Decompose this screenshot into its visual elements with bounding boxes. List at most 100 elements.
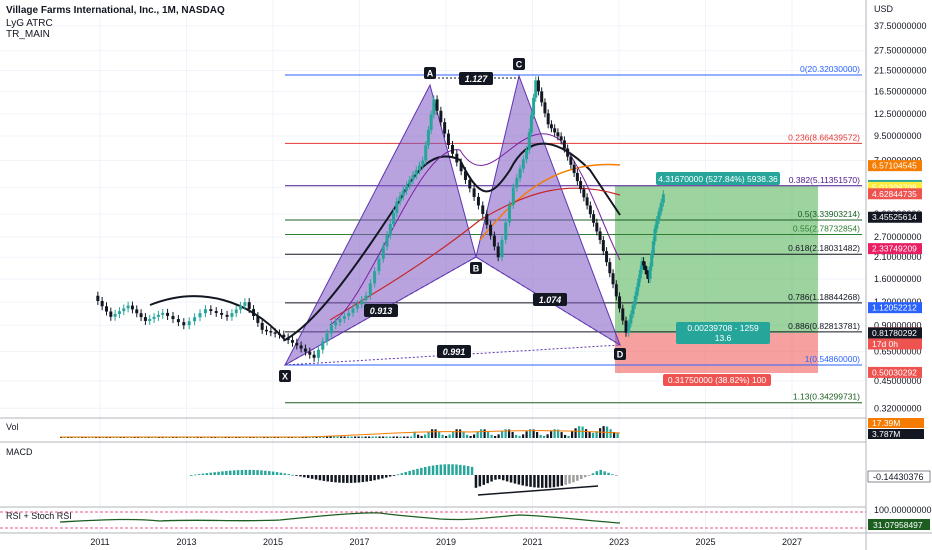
candle-body[interactable] — [260, 322, 264, 330]
candle-body[interactable] — [508, 204, 512, 223]
candle-body[interactable] — [329, 325, 333, 334]
candle-body[interactable] — [492, 235, 496, 247]
candle-body[interactable] — [122, 308, 126, 312]
candle-body[interactable] — [230, 313, 234, 317]
candle-body[interactable] — [429, 114, 433, 130]
candle-body[interactable] — [435, 99, 439, 111]
candle-body[interactable] — [303, 348, 307, 352]
candle-body[interactable] — [481, 205, 485, 214]
candle-body[interactable] — [113, 313, 117, 317]
candle-body[interactable] — [521, 159, 525, 169]
candle-body[interactable] — [485, 213, 489, 225]
candle-body[interactable] — [225, 314, 229, 317]
candle-body[interactable] — [601, 240, 605, 252]
candle-body[interactable] — [635, 287, 639, 296]
candle-body[interactable] — [408, 179, 412, 186]
candle-body[interactable] — [496, 246, 500, 258]
chart-canvas[interactable]: 0(20.32030000) 0.236(8.66439572) 0.382(5.1… — [0, 0, 932, 550]
candle-body[interactable] — [543, 102, 547, 114]
candle-body[interactable] — [566, 148, 570, 157]
candle-body[interactable] — [405, 185, 409, 191]
candle-body[interactable] — [381, 246, 385, 259]
candle-body[interactable] — [588, 205, 592, 215]
candle-body[interactable] — [273, 332, 277, 334]
candle-body[interactable] — [256, 316, 260, 323]
candle-body[interactable] — [295, 342, 299, 346]
candle-body[interactable] — [135, 309, 139, 314]
candle-body[interactable] — [395, 201, 399, 213]
candle-body[interactable] — [316, 349, 320, 358]
candle-body[interactable] — [156, 314, 160, 317]
candle-body[interactable] — [638, 269, 642, 279]
candle-body[interactable] — [247, 302, 251, 310]
candle-body[interactable] — [637, 278, 641, 288]
candle-body[interactable] — [176, 319, 180, 323]
candle-body[interactable] — [468, 179, 472, 189]
candle-body[interactable] — [385, 235, 389, 247]
candle-body[interactable] — [657, 211, 661, 221]
candle-body[interactable] — [424, 145, 428, 161]
candle-body[interactable] — [139, 313, 143, 318]
candle-body[interactable] — [220, 312, 224, 315]
candle-body[interactable] — [569, 156, 573, 165]
candle-body[interactable] — [252, 309, 256, 317]
candle-body[interactable] — [282, 334, 286, 338]
candle-body[interactable] — [130, 305, 134, 310]
candle-body[interactable] — [401, 190, 405, 197]
candle-body[interactable] — [243, 302, 247, 306]
candle-body[interactable] — [621, 308, 625, 321]
candle-body[interactable] — [562, 140, 566, 149]
candle-body[interactable] — [377, 258, 381, 272]
candle-body[interactable] — [347, 312, 351, 316]
candle-body[interactable] — [575, 172, 579, 182]
candle-body[interactable] — [234, 309, 238, 314]
candle-body[interactable] — [648, 266, 652, 280]
candle-body[interactable] — [418, 165, 422, 171]
candle-body[interactable] — [439, 110, 443, 123]
candle-body[interactable] — [193, 317, 197, 322]
candle-body[interactable] — [364, 295, 368, 301]
candle-body[interactable] — [126, 305, 130, 309]
candle-body[interactable] — [532, 97, 536, 116]
candle-body[interactable] — [472, 188, 476, 197]
candle-body[interactable] — [651, 241, 655, 254]
candle-body[interactable] — [504, 222, 508, 240]
candle-body[interactable] — [463, 171, 467, 180]
candle-body[interactable] — [595, 222, 599, 232]
candle-body[interactable] — [426, 129, 430, 146]
candle-body[interactable] — [553, 128, 557, 133]
candle-body[interactable] — [239, 305, 243, 310]
candle-body[interactable] — [312, 354, 316, 358]
candle-body[interactable] — [489, 224, 493, 236]
candle-body[interactable] — [388, 224, 392, 236]
candle-body[interactable] — [579, 181, 583, 190]
candle-body[interactable] — [351, 308, 355, 313]
candle-body[interactable] — [321, 341, 325, 350]
candle-body[interactable] — [529, 115, 533, 133]
candle-body[interactable] — [659, 202, 663, 212]
candle-body[interactable] — [373, 271, 377, 284]
candle-body[interactable] — [518, 168, 522, 179]
candle-body[interactable] — [633, 295, 637, 305]
time-scale[interactable]: 2011 2013 2015 2017 2019 2021 2023 2025 2027 — [90, 537, 802, 547]
candle-body[interactable] — [608, 262, 612, 274]
candle-body[interactable] — [515, 178, 519, 188]
candle-body[interactable] — [527, 132, 531, 150]
candle-body[interactable] — [643, 265, 647, 271]
candle-body[interactable] — [572, 164, 576, 173]
candle-body[interactable] — [411, 175, 415, 180]
candle-body[interactable] — [653, 228, 657, 242]
candle-body[interactable] — [650, 253, 654, 267]
candle-body[interactable] — [360, 300, 364, 305]
candle-body[interactable] — [500, 239, 504, 258]
candle-body[interactable] — [443, 122, 447, 134]
candle-body[interactable] — [540, 91, 544, 103]
candle-body[interactable] — [214, 311, 218, 313]
candle-body[interactable] — [161, 312, 165, 315]
candle-body[interactable] — [143, 317, 147, 321]
candle-body[interactable] — [100, 300, 104, 307]
candle-body[interactable] — [308, 351, 312, 355]
candle-body[interactable] — [290, 340, 294, 343]
candle-body[interactable] — [198, 313, 202, 318]
candle-body[interactable] — [171, 315, 175, 320]
